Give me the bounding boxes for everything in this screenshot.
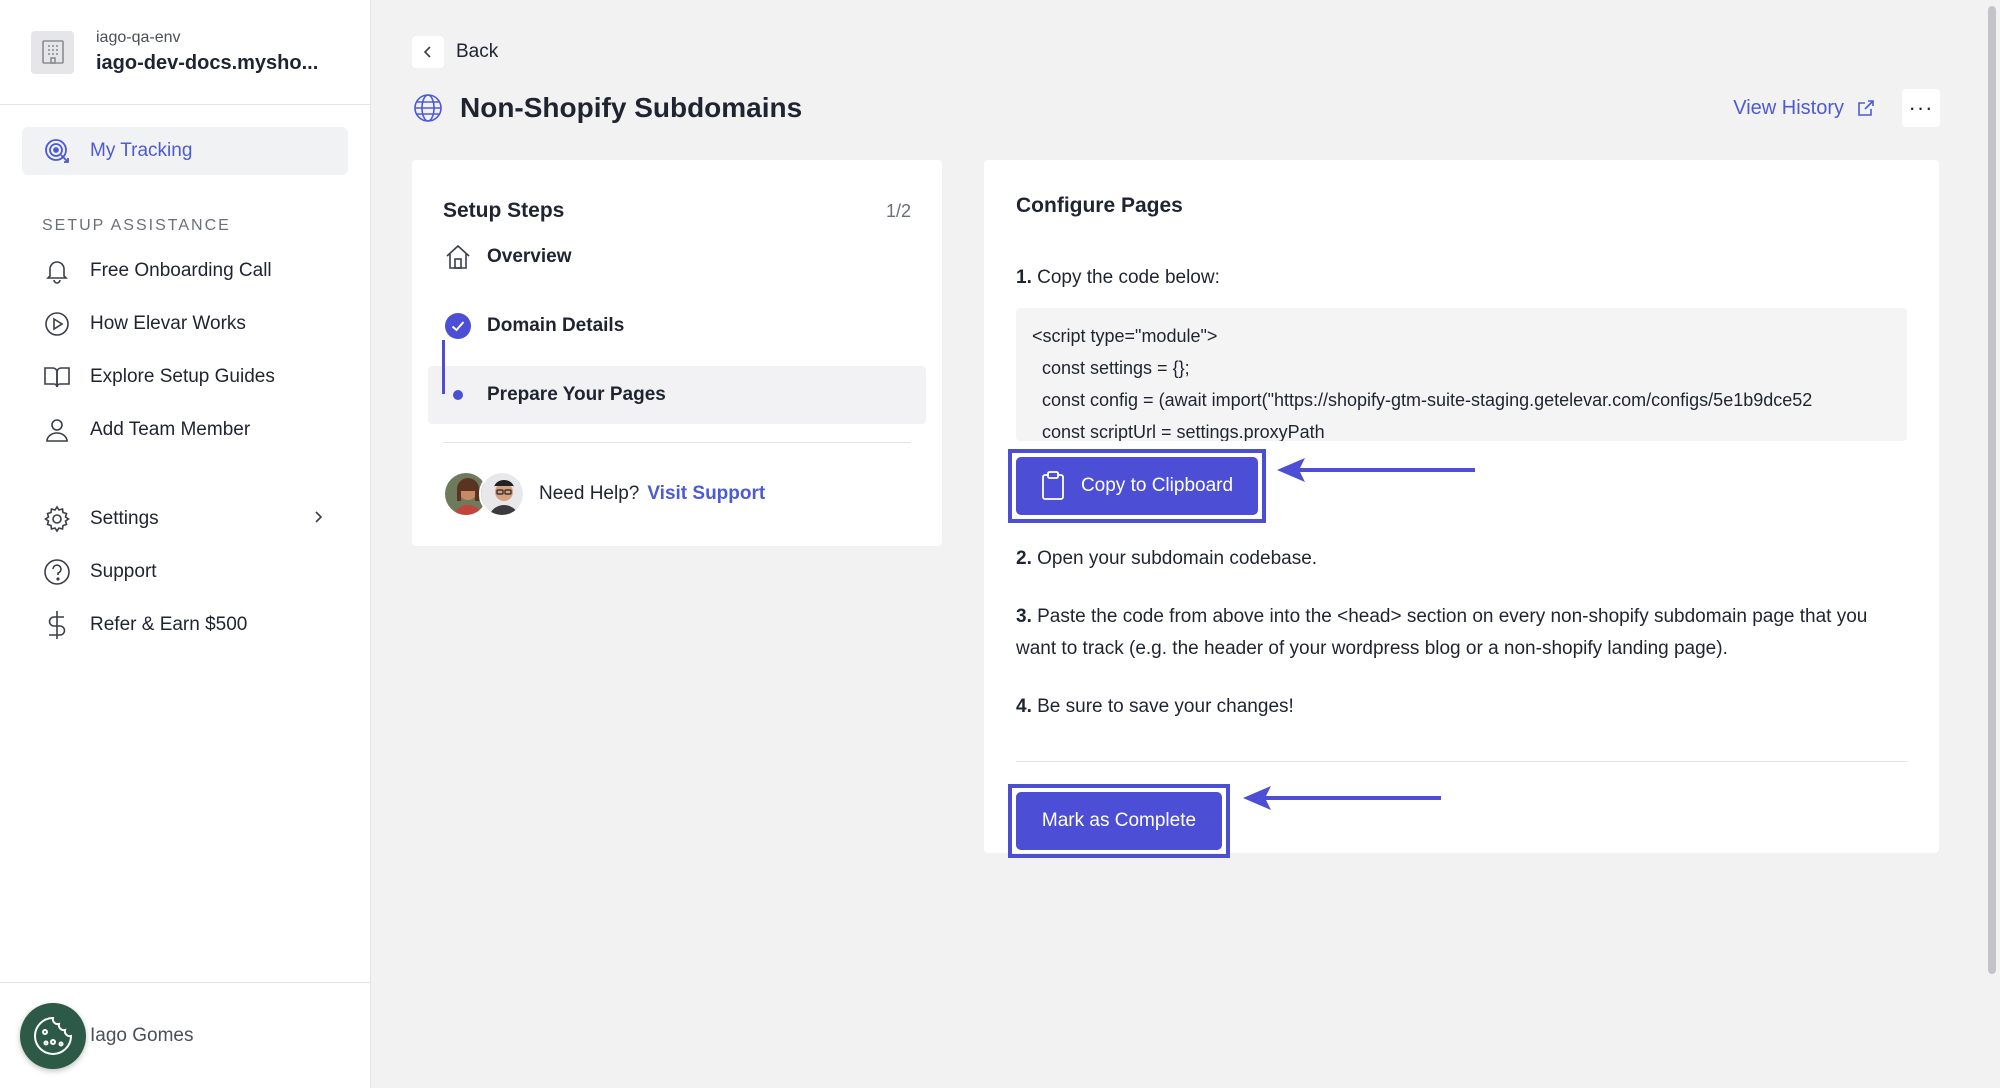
scrollbar-thumb[interactable] <box>1988 6 1996 974</box>
page-scrollbar[interactable] <box>1984 0 2000 1088</box>
sidebar-item-label: Refer & Earn $500 <box>90 614 248 635</box>
store-text: iago-qa-env iago-dev-docs.mysho... <box>96 29 318 75</box>
code-line: const config = (await import("https://sh… <box>1042 390 1813 410</box>
external-link-icon <box>1858 100 1874 116</box>
page-header: Non-Shopify Subdomains View History ··· <box>412 88 1940 128</box>
section-label-setup: SETUP ASSISTANCE <box>42 217 231 234</box>
avatar <box>479 471 525 517</box>
mark-as-complete-button[interactable]: Mark as Complete <box>1016 792 1222 850</box>
configure-title: Configure Pages <box>1016 194 1183 217</box>
current-step-dot-icon <box>443 380 473 410</box>
globe-icon <box>412 92 444 124</box>
store-switcher[interactable]: iago-qa-env iago-dev-docs.mysho... <box>0 0 370 105</box>
copy-button-label: Copy to Clipboard <box>1080 475 1234 496</box>
store-env: iago-qa-env <box>96 29 181 46</box>
instruction-text: Be sure to save your changes! <box>1031 696 1294 717</box>
visit-support-link[interactable]: Visit Support <box>647 483 765 505</box>
sidebar-nav: My Tracking SETUP ASSISTANCE Free Onboar… <box>0 105 370 649</box>
steps-title: Setup Steps <box>443 199 565 222</box>
sidebar-item-add-team-member[interactable]: Add Team Member <box>22 406 348 454</box>
sidebar-item-label: Free Onboarding Call <box>90 260 272 281</box>
gear-icon <box>42 504 72 534</box>
copy-button-highlight: Copy to Clipboard <box>1008 449 1266 523</box>
play-circle-icon <box>42 309 72 339</box>
chevron-right-icon <box>312 508 324 530</box>
dollar-icon <box>42 610 72 640</box>
step-label: Overview <box>487 246 572 267</box>
help-row: Need Help? Visit Support <box>428 443 926 525</box>
bell-icon <box>42 256 72 286</box>
sidebar-item-onboarding-call[interactable]: Free Onboarding Call <box>22 247 348 295</box>
sidebar-item-label: Settings <box>90 508 159 529</box>
app-root: iago-qa-env iago-dev-docs.mysho... My Tr… <box>0 0 2000 1088</box>
sidebar-item-label: How Elevar Works <box>90 313 246 334</box>
complete-button-label: Mark as Complete <box>1041 810 1197 831</box>
check-circle-icon <box>443 311 473 341</box>
arrow-annotation-copy <box>1277 458 1475 482</box>
sidebar-item-label: Explore Setup Guides <box>90 366 275 387</box>
user-footer: Iago Gomes <box>0 982 371 1088</box>
user-icon <box>42 415 72 445</box>
more-options-button[interactable]: ··· <box>1902 89 1940 127</box>
code-line: <script type="module"> <box>1032 326 1218 346</box>
main-content: Back Non-Shopify Subdomains View History… <box>371 0 2000 1088</box>
instruction-3: 3. Paste the code from above into the <h… <box>1016 601 1907 665</box>
copy-to-clipboard-button[interactable]: Copy to Clipboard <box>1016 457 1258 515</box>
code-snippet[interactable]: <script type="module"> const settings = {… <box>1016 308 1907 441</box>
configure-pages-card: Configure Pages 1. Copy the code below: … <box>984 160 1939 858</box>
help-text: Need Help? <box>539 483 640 504</box>
page-title: Non-Shopify Subdomains <box>460 92 803 123</box>
steps-header: Setup Steps 1/2 <box>428 160 926 228</box>
sidebar: iago-qa-env iago-dev-docs.mysho... My Tr… <box>0 0 371 1088</box>
step-label: Prepare Your Pages <box>487 384 666 405</box>
instruction-text: Open your subdomain codebase. <box>1031 548 1318 569</box>
configure-divider <box>1016 761 1907 762</box>
back-button[interactable]: Back <box>412 36 498 68</box>
setup-steps-card: Setup Steps 1/2 Overview Domain Details … <box>412 160 942 546</box>
instruction-text: Copy the code below: <box>1031 267 1220 288</box>
instruction-4: 4. Be sure to save your changes! <box>1016 691 1907 723</box>
arrow-annotation-complete <box>1243 786 1441 810</box>
sidebar-item-settings[interactable]: Settings <box>22 495 348 543</box>
book-icon <box>42 362 72 392</box>
instruction-number: 1. <box>1016 267 1032 288</box>
instruction-2: 2. Open your subdomain codebase. <box>1016 543 1907 575</box>
cookie-icon <box>34 1016 73 1055</box>
code-line: const scriptUrl = settings.proxyPath <box>1042 422 1325 441</box>
sidebar-item-setup-guides[interactable]: Explore Setup Guides <box>22 353 348 401</box>
back-label: Back <box>456 41 499 62</box>
instruction-text: Paste the code from above into the <head… <box>1016 606 1868 659</box>
view-history-link[interactable]: View History <box>1733 97 1876 120</box>
view-history-label: View History <box>1733 96 1844 119</box>
sidebar-item-label: My Tracking <box>90 140 193 161</box>
complete-button-highlight: Mark as Complete <box>1008 784 1230 858</box>
help-circle-icon <box>42 557 72 587</box>
building-icon <box>31 30 74 74</box>
store-domain: iago-dev-docs.mysho... <box>96 52 319 74</box>
sidebar-item-how-elevar-works[interactable]: How Elevar Works <box>22 300 348 348</box>
instruction-number: 3. <box>1016 606 1032 627</box>
home-icon <box>443 242 473 272</box>
step-label: Domain Details <box>487 315 625 336</box>
sidebar-item-my-tracking[interactable]: My Tracking <box>22 127 348 175</box>
instruction-1: 1. Copy the code below: <box>1016 262 1907 294</box>
sidebar-item-refer-earn[interactable]: Refer & Earn $500 <box>22 601 348 649</box>
code-line: const settings = {}; <box>1042 358 1190 378</box>
chevron-left-icon <box>412 36 444 68</box>
support-avatars <box>443 471 525 517</box>
instruction-number: 2. <box>1016 548 1032 569</box>
user-name: Iago Gomes <box>90 1024 194 1046</box>
sidebar-item-label: Add Team Member <box>90 419 251 440</box>
tracking-icon <box>42 136 72 166</box>
instruction-number: 4. <box>1016 696 1032 717</box>
cookie-button[interactable] <box>20 1002 86 1069</box>
sidebar-item-support[interactable]: Support <box>22 548 348 596</box>
step-overview[interactable]: Overview <box>428 228 926 286</box>
sidebar-item-label: Support <box>90 561 157 582</box>
clipboard-icon <box>1042 471 1064 500</box>
step-prepare-pages[interactable]: Prepare Your Pages <box>428 366 926 424</box>
steps-count: 1/2 <box>885 200 911 221</box>
step-domain-details[interactable]: Domain Details <box>428 297 926 355</box>
